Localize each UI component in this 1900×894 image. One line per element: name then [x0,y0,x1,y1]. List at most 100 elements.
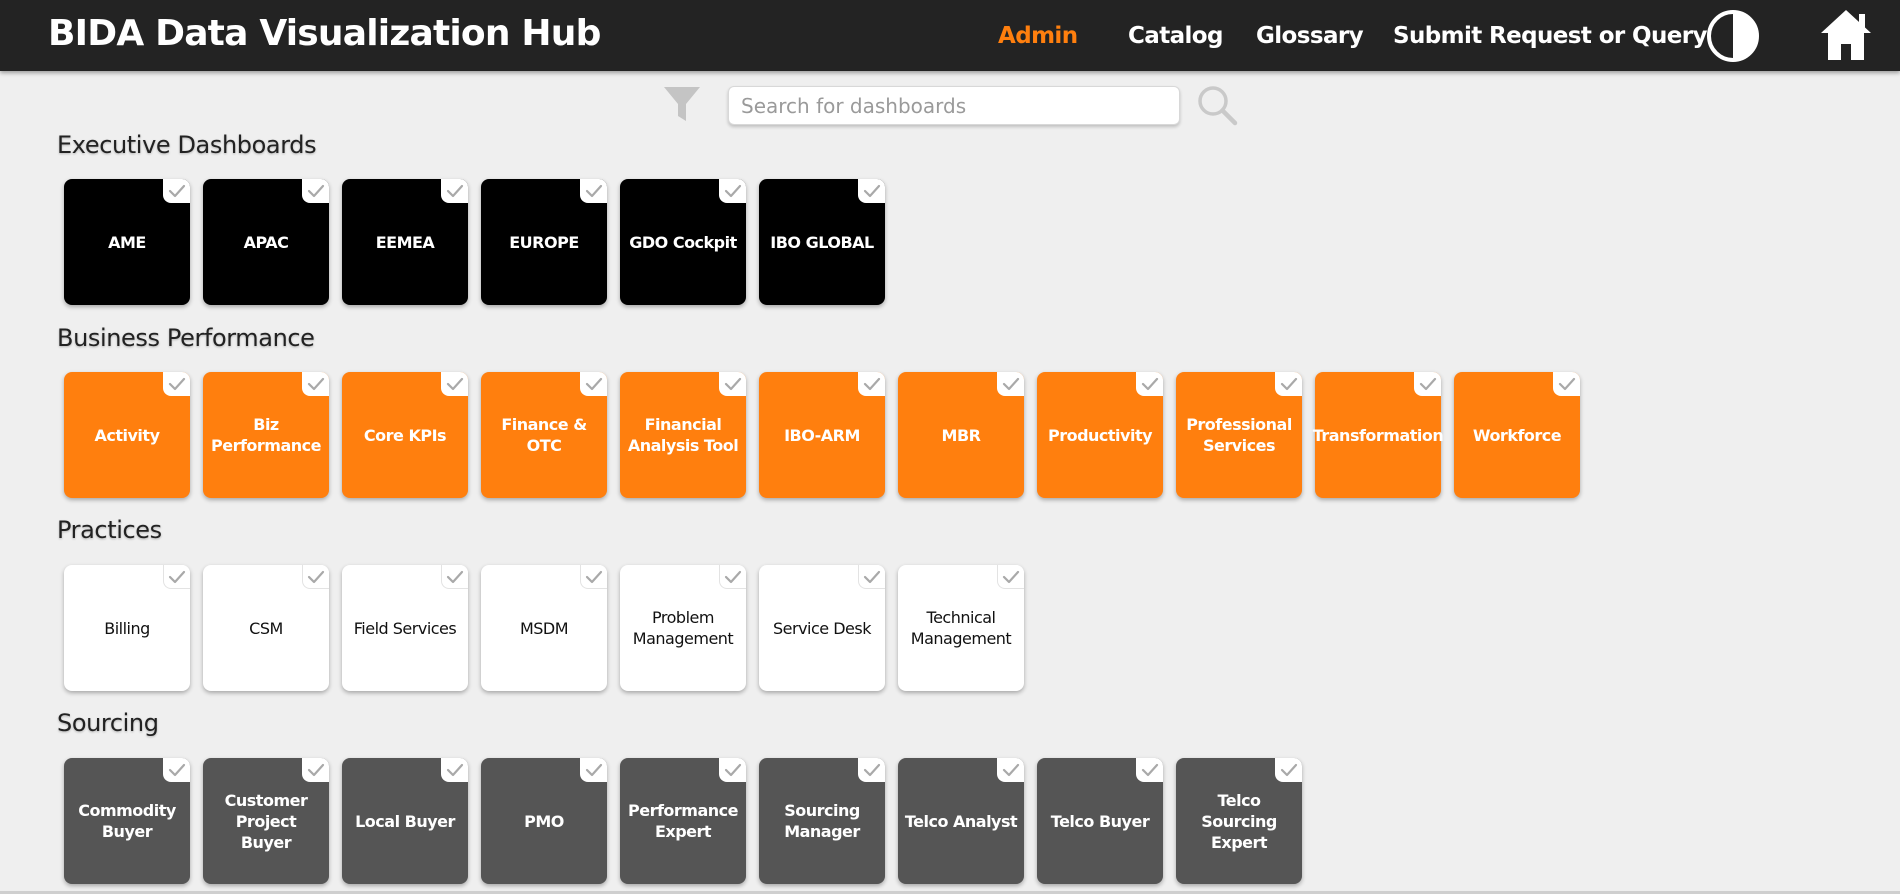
dashboard-tile-biz-performance[interactable]: Biz Performance [203,372,329,498]
checkmark-icon[interactable] [997,758,1024,782]
nav-catalog[interactable]: Catalog [1128,23,1223,49]
tile-label: MBR [941,425,981,445]
checkmark-icon[interactable] [441,372,468,396]
tile-label: Transformation [1312,425,1444,445]
nav-admin[interactable]: Admin [998,23,1078,49]
contrast-toggle-icon[interactable] [1706,9,1760,63]
checkmark-icon[interactable] [163,179,190,203]
dashboard-tile-technical-management[interactable]: Technical Management [898,565,1024,691]
dashboard-tile-ibo-global[interactable]: IBO GLOBAL [759,179,885,305]
dashboard-tile-customer-project-buyer[interactable]: Customer Project Buyer [203,758,329,884]
dashboard-tile-professional-services[interactable]: Professional Services [1176,372,1302,498]
dashboard-tile-ibo-arm[interactable]: IBO-ARM [759,372,885,498]
tile-label: Workforce [1472,425,1562,445]
nav-submit-request[interactable]: Submit Request or Query [1393,23,1708,49]
dashboard-tile-local-buyer[interactable]: Local Buyer [342,758,468,884]
dashboard-tile-performance-expert[interactable]: Performance Expert [620,758,746,884]
section-title-sourcing: Sourcing [57,709,159,737]
home-icon[interactable] [1818,7,1874,63]
tile-label: AME [108,232,146,252]
checkmark-icon[interactable] [858,565,885,589]
checkmark-icon[interactable] [858,372,885,396]
dashboard-tile-mbr[interactable]: MBR [898,372,1024,498]
checkmark-icon[interactable] [719,372,746,396]
app-title: BIDA Data Visualization Hub [48,13,601,54]
checkmark-icon[interactable] [858,758,885,782]
checkmark-icon[interactable] [719,758,746,782]
dashboard-tile-billing[interactable]: Billing [64,565,190,691]
nav-glossary[interactable]: Glossary [1256,23,1364,49]
dashboard-tile-commodity-buyer[interactable]: Commodity Buyer [64,758,190,884]
dashboard-tile-telco-sourcing-expert[interactable]: Telco Sourcing Expert [1176,758,1302,884]
tile-label: GDO Cockpit [629,232,737,252]
checkmark-icon[interactable] [441,758,468,782]
checkmark-icon[interactable] [163,758,190,782]
tile-label: APAC [243,232,289,252]
dashboard-tile-productivity[interactable]: Productivity [1037,372,1163,498]
checkmark-icon[interactable] [302,372,329,396]
tile-label: Telco Buyer [1050,811,1150,831]
checkmark-icon[interactable] [1414,372,1441,396]
checkmark-icon[interactable] [858,179,885,203]
tile-label: Sourcing Manager [784,801,860,841]
checkmark-icon[interactable] [302,758,329,782]
checkmark-icon[interactable] [441,565,468,589]
tile-label: Performance Expert [627,801,739,841]
checkmark-icon[interactable] [719,565,746,589]
dashboard-tile-financial-analysis-tool[interactable]: Financial Analysis Tool [620,372,746,498]
checkmark-icon[interactable] [1136,372,1163,396]
dashboard-tile-transformation[interactable]: Transformation [1312,372,1444,498]
tile-label: Service Desk [773,618,871,638]
checkmark-icon[interactable] [1553,372,1580,396]
dashboard-tile-pmo[interactable]: PMO [481,758,607,884]
checkmark-icon[interactable] [163,565,190,589]
dashboard-tile-gdo-cockpit[interactable]: GDO Cockpit [620,179,746,305]
dashboard-tile-ame[interactable]: AME [64,179,190,305]
dashboard-tile-service-desk[interactable]: Service Desk [759,565,885,691]
checkmark-icon[interactable] [580,565,607,589]
checkmark-icon[interactable] [302,565,329,589]
checkmark-icon[interactable] [441,179,468,203]
checkmark-icon[interactable] [1136,758,1163,782]
tile-label: Activity [94,425,161,445]
dashboard-tile-problem-management[interactable]: Problem Management [620,565,746,691]
filter-icon[interactable] [662,84,702,124]
checkmark-icon[interactable] [580,372,607,396]
dashboard-tile-apac[interactable]: APAC [203,179,329,305]
tile-label: Commodity Buyer [78,801,176,841]
dashboard-tile-csm[interactable]: CSM [203,565,329,691]
checkmark-icon[interactable] [1275,758,1302,782]
dashboard-tile-sourcing-manager[interactable]: Sourcing Manager [759,758,885,884]
search-icon[interactable] [1196,84,1238,126]
dashboard-tile-field-services[interactable]: Field Services [342,565,468,691]
dashboard-tile-eemea[interactable]: EEMEA [342,179,468,305]
dashboard-tile-core-kpis[interactable]: Core KPIs [342,372,468,498]
dashboard-tile-telco-buyer[interactable]: Telco Buyer [1037,758,1163,884]
section-title-business-performance: Business Performance [57,324,315,352]
checkmark-icon[interactable] [997,565,1024,589]
checkmark-icon[interactable] [580,179,607,203]
tile-label: Finance & OTC [501,415,587,455]
checkmark-icon[interactable] [163,372,190,396]
section-title-executive: Executive Dashboards [57,131,317,159]
dashboard-tile-activity[interactable]: Activity [64,372,190,498]
checkmark-icon[interactable] [997,372,1024,396]
checkmark-icon[interactable] [1275,372,1302,396]
tile-label: Biz Performance [210,415,322,455]
tile-label: Professional Services [1186,415,1292,455]
dashboard-tile-telco-analyst[interactable]: Telco Analyst [898,758,1024,884]
tile-label: Problem Management [632,608,734,648]
tile-label: EEMEA [375,232,435,252]
dashboard-tile-europe[interactable]: EUROPE [481,179,607,305]
tile-label: Productivity [1047,425,1153,445]
dashboard-tile-workforce[interactable]: Workforce [1454,372,1580,498]
checkmark-icon[interactable] [719,179,746,203]
tile-label: Technical Management [910,608,1012,648]
tile-label: EUROPE [509,232,579,252]
dashboard-tile-msdm[interactable]: MSDM [481,565,607,691]
tile-row-business-performance: Activity Biz Performance Core KPIs Finance … [64,372,1864,498]
checkmark-icon[interactable] [302,179,329,203]
search-input[interactable] [728,86,1180,125]
checkmark-icon[interactable] [580,758,607,782]
dashboard-tile-finance-otc[interactable]: Finance & OTC [481,372,607,498]
